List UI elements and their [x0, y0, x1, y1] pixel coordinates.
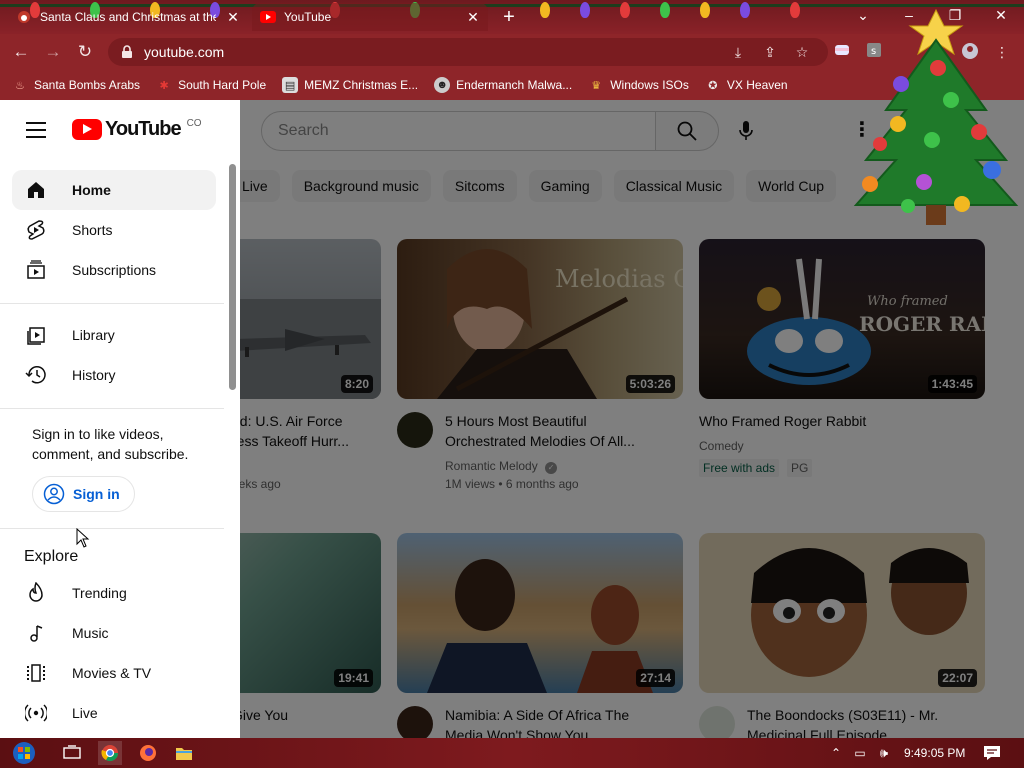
bookmark-star-icon[interactable]: ☆: [792, 42, 812, 62]
divider: [0, 303, 224, 304]
drawer-scrollbar[interactable]: [229, 164, 236, 390]
signin-prompt: Sign in to like videos, comment, and sub…: [32, 426, 189, 462]
sidebar-item-history[interactable]: History: [12, 355, 216, 395]
divider: [0, 408, 224, 409]
country-code: CO: [186, 118, 202, 129]
christmas-light-icon: [620, 2, 630, 18]
lock-icon: [122, 45, 132, 58]
bookmark-label: VX Heaven: [726, 78, 788, 92]
tab-santa-claus[interactable]: Santa Claus and Christmas at the ✕: [8, 3, 248, 31]
share-icon[interactable]: ⇪: [760, 42, 780, 62]
home-icon: [24, 178, 48, 202]
live-icon: [24, 701, 48, 725]
trending-icon: [24, 581, 48, 605]
movies-icon: [24, 661, 48, 685]
install-app-icon[interactable]: ⤓: [728, 42, 748, 62]
network-icon[interactable]: ▭: [848, 741, 872, 765]
windows-iso-icon: ♛: [591, 79, 602, 92]
file-explorer-taskbar-icon[interactable]: [172, 741, 196, 765]
christmas-light-icon: [660, 2, 670, 18]
sidebar-item-label: Live: [72, 705, 98, 721]
divider: [0, 528, 224, 529]
sidebar-item-library[interactable]: Library: [12, 315, 216, 355]
firefox-taskbar-icon[interactable]: [136, 741, 160, 765]
sidebar-item-label: Movies & TV: [72, 665, 152, 681]
sign-in-button[interactable]: Sign in: [32, 476, 135, 512]
task-view-icon[interactable]: [60, 741, 84, 765]
bookmark-vx-heaven[interactable]: ✪ VX Heaven: [705, 77, 788, 93]
enderman-icon: ☻: [434, 77, 451, 93]
sidebar-item-label: Music: [72, 625, 109, 641]
explore-heading: Explore: [24, 548, 79, 565]
sidebar-item-label: Subscriptions: [72, 262, 157, 278]
windows-start-icon: [13, 742, 35, 764]
notifications-icon[interactable]: [980, 741, 1004, 765]
tab-title: YouTube: [284, 10, 332, 24]
youtube-favicon-icon: [260, 9, 276, 25]
taskbar-clock[interactable]: 9:49:05 PM: [904, 746, 965, 760]
bookmark-label: Windows ISOs: [610, 78, 689, 92]
sidebar-item-trending[interactable]: Trending: [12, 573, 216, 613]
bookmark-label: MEMZ Christmas E...: [304, 78, 419, 92]
bookmark-label: Santa Bombs Arabs: [34, 78, 141, 92]
bookmark-south-hard-pole[interactable]: ✱ South Hard Pole: [156, 77, 266, 93]
sign-in-label: Sign in: [73, 486, 120, 502]
christmas-light-icon: [790, 2, 800, 18]
sidebar-item-shorts[interactable]: Shorts: [12, 210, 216, 250]
chrome-taskbar-icon[interactable]: [98, 741, 122, 765]
santa-favicon-icon: [16, 9, 32, 25]
mouse-cursor-icon: [76, 528, 90, 548]
vx-heaven-icon: ✪: [708, 79, 718, 92]
sidebar-item-label: Home: [72, 182, 111, 198]
christmas-tree-decoration: [846, 0, 1024, 240]
sidebar-item-home[interactable]: Home: [12, 170, 216, 210]
history-icon: [24, 363, 48, 387]
shorts-icon: [24, 218, 48, 242]
bookmark-label: Endermanch Malwa...: [456, 78, 573, 92]
sidebar-item-label: Library: [72, 327, 115, 343]
sidebar-item-movies-tv[interactable]: Movies & TV: [12, 653, 216, 693]
guide-drawer: YouTube CO Home Shorts Subscriptions Lib…: [0, 100, 240, 738]
fire-icon: ♨: [15, 79, 25, 92]
bookmark-windows-isos[interactable]: ♛ Windows ISOs: [588, 77, 689, 93]
new-tab-button[interactable]: +: [498, 6, 520, 28]
sidebar-item-music[interactable]: Music: [12, 613, 216, 653]
music-icon: [24, 621, 48, 645]
subscriptions-icon: [24, 258, 48, 282]
sidebar-item-label: Shorts: [72, 222, 113, 238]
christmas-light-icon: [540, 2, 550, 18]
tab-title: Santa Claus and Christmas at the: [40, 10, 216, 24]
back-button[interactable]: ←: [10, 41, 32, 63]
tray-chevron-icon[interactable]: ⌃: [824, 741, 848, 765]
bookmark-label: South Hard Pole: [178, 78, 267, 92]
url-text: youtube.com: [144, 44, 225, 60]
address-bar[interactable]: youtube.com: [108, 38, 828, 66]
close-tab-icon[interactable]: ✕: [464, 8, 482, 26]
christmas-light-icon: [580, 2, 590, 18]
christmas-light-icon: [740, 2, 750, 18]
start-button[interactable]: [12, 741, 36, 765]
youtube-logo-text: YouTube: [105, 118, 182, 140]
sidebar-item-subscriptions[interactable]: Subscriptions: [12, 250, 216, 290]
account-circle-icon: [43, 483, 65, 505]
snowflake-icon: ✱: [159, 79, 169, 92]
tab-youtube[interactable]: YouTube ✕: [252, 3, 488, 31]
library-icon: [24, 323, 48, 347]
reload-button[interactable]: ↻: [74, 41, 96, 63]
forward-button[interactable]: →: [42, 41, 64, 63]
bookmark-endermanch[interactable]: ☻ Endermanch Malwa...: [434, 77, 572, 93]
sidebar-item-live[interactable]: Live: [12, 693, 216, 733]
bookmark-santa-bombs[interactable]: ♨ Santa Bombs Arabs: [12, 77, 140, 93]
close-tab-icon[interactable]: ✕: [224, 8, 242, 26]
memz-icon: ▤: [282, 77, 299, 93]
sidebar-item-label: Trending: [72, 585, 127, 601]
bookmark-memz[interactable]: ▤ MEMZ Christmas E...: [282, 77, 418, 93]
youtube-play-icon: [72, 119, 102, 140]
sidebar-item-label: History: [72, 367, 116, 383]
volume-icon[interactable]: 🕪: [872, 741, 896, 765]
windows-taskbar: ⌃ ▭ 🕪 9:49:05 PM: [0, 738, 1024, 768]
christmas-light-icon: [700, 2, 710, 18]
youtube-logo[interactable]: YouTube CO: [72, 118, 202, 141]
hamburger-menu-icon[interactable]: [26, 122, 46, 138]
